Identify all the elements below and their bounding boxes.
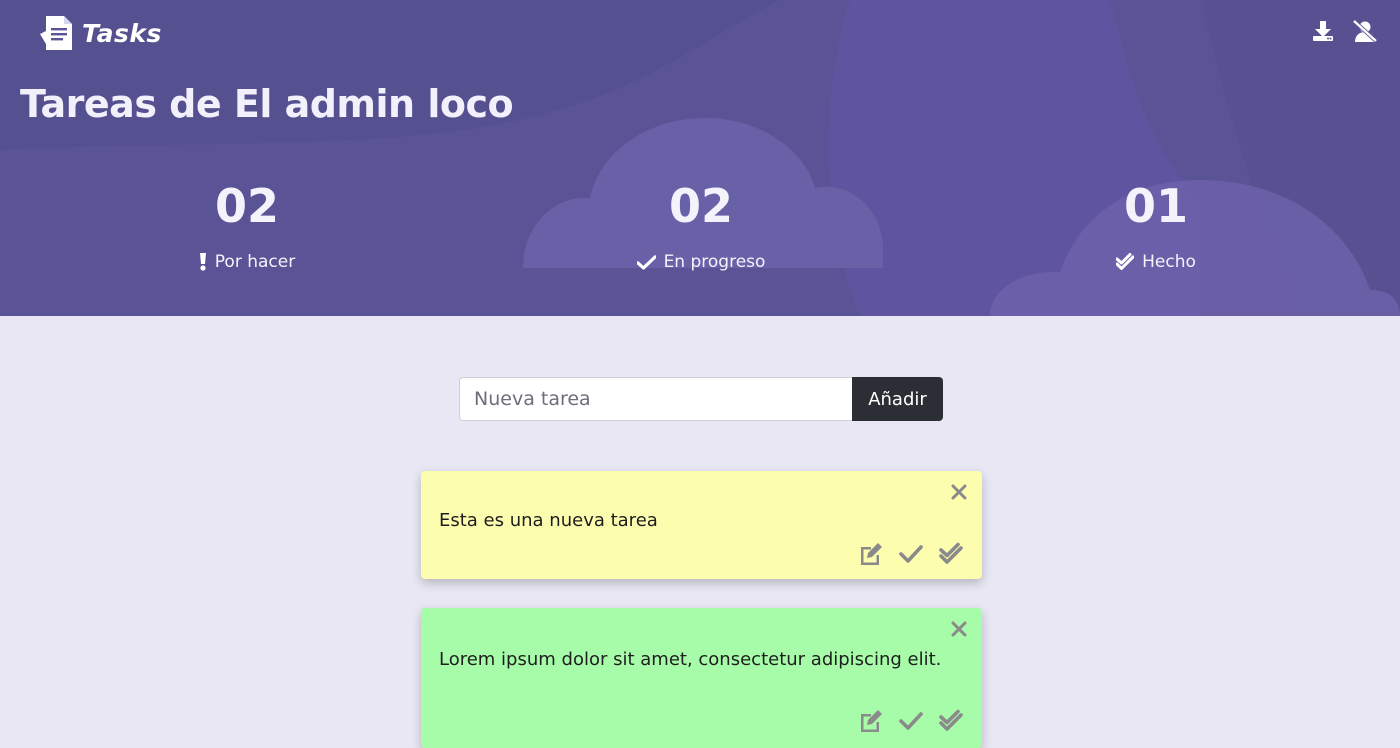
stat-todo-count: 02	[214, 179, 279, 233]
close-icon	[951, 621, 967, 637]
task-card: Esta es una nueva tarea	[421, 471, 982, 579]
close-icon	[951, 484, 967, 500]
double-check-icon	[1116, 253, 1135, 270]
edit-task-button[interactable]	[858, 542, 884, 566]
stat-in-progress: 02 En progreso	[551, 180, 851, 272]
delete-task-button[interactable]	[950, 483, 968, 501]
stat-todo: 02 Por hacer	[97, 180, 397, 272]
mark-done-button[interactable]	[938, 542, 964, 566]
add-task-form: Añadir	[459, 377, 943, 421]
stat-done-count: 01	[1123, 179, 1188, 233]
stat-in-progress-label-row: En progreso	[551, 252, 851, 272]
mark-in-progress-button[interactable]	[898, 542, 924, 566]
stat-done-label: Hecho	[1142, 252, 1196, 272]
edit-icon	[861, 543, 882, 565]
double-check-icon	[939, 542, 963, 564]
download-button[interactable]	[1310, 18, 1336, 44]
new-task-input[interactable]	[459, 377, 852, 421]
edit-icon	[861, 710, 882, 732]
task-actions	[858, 542, 964, 566]
check-icon	[899, 712, 923, 730]
check-icon	[636, 254, 656, 270]
task-actions	[858, 709, 964, 733]
add-task-button[interactable]: Añadir	[852, 377, 943, 421]
document-icon	[40, 16, 72, 50]
mark-in-progress-button[interactable]	[898, 709, 924, 733]
stat-todo-label: Por hacer	[214, 252, 296, 272]
double-check-icon	[939, 709, 963, 731]
logout-button[interactable]	[1352, 18, 1378, 44]
stat-todo-label-row: Por hacer	[97, 252, 397, 272]
task-card: Lorem ipsum dolor sit amet, consectetur …	[421, 608, 982, 748]
stat-in-progress-label: En progreso	[663, 252, 766, 272]
brand-logo[interactable]: Tasks	[40, 14, 162, 52]
delete-task-button[interactable]	[950, 620, 968, 638]
task-text: Lorem ipsum dolor sit amet, consectetur …	[439, 649, 942, 670]
exclamation-icon	[199, 253, 206, 271]
stat-done-label-row: Hecho	[1006, 252, 1306, 272]
stat-done: 01 Hecho	[1006, 180, 1306, 272]
brand-name: Tasks	[82, 18, 162, 48]
top-bar: Tasks	[0, 0, 1400, 68]
download-icon	[1313, 21, 1333, 41]
page-title: Tareas de El admin loco	[20, 82, 514, 126]
task-text: Esta es una nueva tarea	[439, 510, 658, 531]
user-slash-icon	[1352, 19, 1378, 43]
stat-in-progress-count: 02	[668, 179, 733, 233]
hero-header: Tasks Tareas de El admin loco 02 Por hac…	[0, 0, 1400, 316]
edit-task-button[interactable]	[858, 709, 884, 733]
mark-done-button[interactable]	[938, 709, 964, 733]
header-actions	[1310, 18, 1378, 44]
check-icon	[899, 545, 923, 563]
